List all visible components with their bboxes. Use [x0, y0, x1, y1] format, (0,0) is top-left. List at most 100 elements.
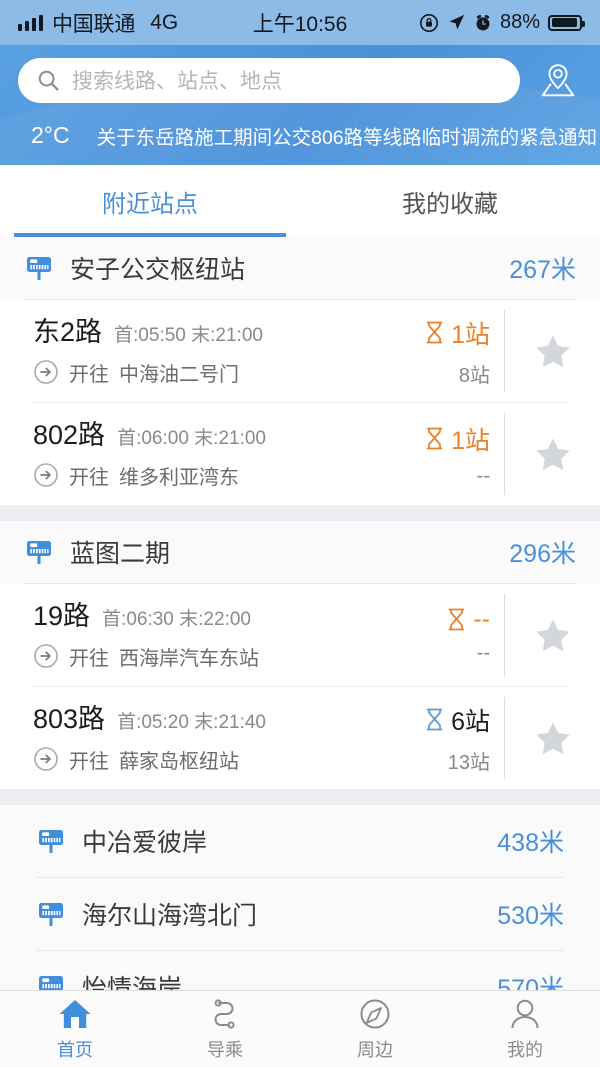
status-bar-left: 中国联通 4G: [18, 8, 178, 38]
route-direction: 开往 西海岸汽车东站: [33, 636, 385, 676]
route-number: 802路: [33, 420, 106, 450]
route-eta: 6站: [425, 702, 490, 738]
tab-my-favorites-label: 我的收藏: [402, 190, 498, 218]
nav-item-profile[interactable]: 我的: [450, 991, 600, 1067]
nav-item-profile-label: 我的: [507, 1039, 543, 1060]
star-icon: [535, 335, 570, 368]
route-next-stops: --: [476, 642, 490, 664]
route-next-stops: 13站: [447, 751, 490, 774]
notice-text[interactable]: 关于东岳路施工期间公交806路等线路临时调流的紧急通知: [97, 121, 598, 150]
route-eta: --: [447, 605, 490, 634]
station-name: 怡情海岸: [82, 975, 183, 990]
route-row[interactable]: 802路 首:06:00 末:21:00 开往 维多利亚湾东 1站 --: [0, 403, 600, 505]
route-eta-label: --: [473, 605, 490, 633]
route-schedule: 首:05:50 末:21:00: [114, 325, 263, 346]
route-eta-label: 1站: [451, 426, 490, 455]
favorite-button[interactable]: [505, 697, 600, 779]
route-row[interactable]: 19路 首:06:30 末:22:00 开往 西海岸汽车东站 -- --: [0, 584, 600, 686]
route-direction-prefix: 开往: [69, 363, 109, 386]
location-arrow-icon: [449, 14, 465, 30]
route-headline: 东2路 首:05:50 末:21:00: [33, 310, 385, 352]
route-eta-block: 1站 8站: [385, 310, 505, 392]
network-type-label: 4G: [150, 10, 179, 34]
compass-icon: [360, 999, 390, 1028]
route-schedule: 首:06:00 末:21:00: [117, 428, 266, 449]
station-card: 蓝图二期 296米 19路 首:06:30 末:22:00 开往 西海岸汽车东站…: [0, 521, 600, 789]
route-row[interactable]: 东2路 首:05:50 末:21:00 开往 中海油二号门 1站 8站: [0, 300, 600, 402]
tab-nearby-stops[interactable]: 附近站点: [0, 165, 300, 237]
nav-item-nearby-label: 周边: [357, 1039, 393, 1060]
route-direction-prefix: 开往: [69, 466, 109, 489]
search-input[interactable]: 搜索线路、站点、地点: [18, 57, 520, 103]
battery-percent-label: 88%: [499, 11, 540, 33]
tab-my-favorites[interactable]: 我的收藏: [300, 165, 600, 237]
temperature-label: 2°C: [31, 121, 70, 148]
route-eta: 1站: [425, 421, 490, 457]
route-eta-label: 1站: [451, 320, 490, 349]
route-eta-block: 6站 13站: [385, 697, 505, 779]
hourglass-icon: [448, 608, 465, 631]
nav-item-home-label: 首页: [57, 1039, 93, 1060]
alarm-clock-icon: [476, 14, 490, 30]
search-placeholder: 搜索线路、站点、地点: [72, 70, 282, 93]
arrow-right-circle-icon: [34, 360, 58, 384]
route-headline: 803路 首:05:20 末:21:40: [33, 697, 385, 739]
station-row[interactable]: 中冶爱彼岸 438米: [0, 805, 600, 877]
person-icon: [511, 999, 539, 1028]
route-destination: 中海油二号门: [119, 363, 239, 386]
map-pin-icon[interactable]: [534, 56, 582, 104]
carrier-label: 中国联通: [52, 12, 136, 36]
route-schedule: 首:05:20 末:21:40: [117, 712, 266, 733]
section-gap: [0, 505, 600, 521]
status-bar: 中国联通 4G 上午10:56 88%: [0, 0, 600, 45]
signal-bars-icon: [18, 14, 43, 31]
favorite-button[interactable]: [505, 413, 600, 495]
route-eta-block: 1站 --: [385, 413, 505, 495]
station-header[interactable]: 蓝图二期 296米: [0, 521, 600, 583]
station-row[interactable]: 海尔山海湾北门 530米: [0, 878, 600, 950]
station-distance: 570米: [497, 975, 564, 990]
hourglass-icon: [426, 427, 443, 450]
nav-item-guide[interactable]: 导乘: [150, 991, 300, 1067]
bottom-navigation: 首页 导乘 周边 我的: [0, 990, 600, 1067]
station-list[interactable]: 安子公交枢纽站 267米 东2路 首:05:50 末:21:00 开往 中海油二…: [0, 237, 600, 990]
weather-notice-row[interactable]: 2°C 关于东岳路施工期间公交806路等线路临时调流的紧急通知: [18, 120, 597, 150]
route-next-stops: 8站: [458, 364, 490, 387]
collapsed-station-list: 中冶爱彼岸 438米 海尔山海湾北门 530米 怡情海岸 570米: [0, 805, 600, 990]
bus-stop-icon: [27, 541, 51, 564]
section-gap: [0, 789, 600, 805]
station-card: 安子公交枢纽站 267米 东2路 首:05:50 末:21:00 开往 中海油二…: [0, 237, 600, 505]
hourglass-icon: [426, 321, 443, 344]
star-icon: [535, 619, 570, 652]
route-number: 东2路: [33, 317, 103, 347]
route-eta-label: 6站: [451, 707, 490, 736]
nav-item-nearby[interactable]: 周边: [300, 991, 450, 1067]
station-header[interactable]: 安子公交枢纽站 267米: [0, 237, 600, 299]
route-path-icon: [214, 998, 235, 1029]
station-row[interactable]: 怡情海岸 570米: [0, 951, 600, 990]
favorite-button[interactable]: [505, 594, 600, 676]
arrow-right-circle-icon: [34, 747, 58, 771]
favorite-button[interactable]: [505, 310, 600, 392]
route-direction-prefix: 开往: [69, 750, 109, 773]
arrow-right-circle-icon: [34, 644, 58, 668]
route-eta: 1站: [425, 315, 490, 351]
route-schedule: 首:06:30 末:22:00: [102, 609, 251, 630]
tab-nearby-stops-label: 附近站点: [102, 190, 198, 218]
route-destination: 西海岸汽车东站: [119, 647, 259, 670]
nav-item-home[interactable]: 首页: [0, 991, 150, 1067]
station-distance: 296米: [509, 540, 576, 568]
lock-rotation-icon: [419, 13, 438, 32]
station-distance: 438米: [497, 829, 564, 857]
hourglass-icon: [426, 708, 443, 731]
bus-stop-icon: [39, 903, 63, 926]
route-headline: 19路 首:06:30 末:22:00: [33, 594, 385, 636]
search-row: 搜索线路、站点、地点: [18, 45, 582, 104]
route-destination: 维多利亚湾东: [119, 466, 239, 489]
station-name: 中冶爱彼岸: [82, 829, 208, 857]
route-eta-block: -- --: [385, 594, 505, 676]
station-name: 海尔山海湾北门: [82, 902, 258, 930]
route-row[interactable]: 803路 首:05:20 末:21:40 开往 薛家岛枢纽站 6站 13站: [0, 687, 600, 789]
nav-item-guide-label: 导乘: [207, 1039, 243, 1060]
bus-stop-icon: [39, 976, 63, 990]
